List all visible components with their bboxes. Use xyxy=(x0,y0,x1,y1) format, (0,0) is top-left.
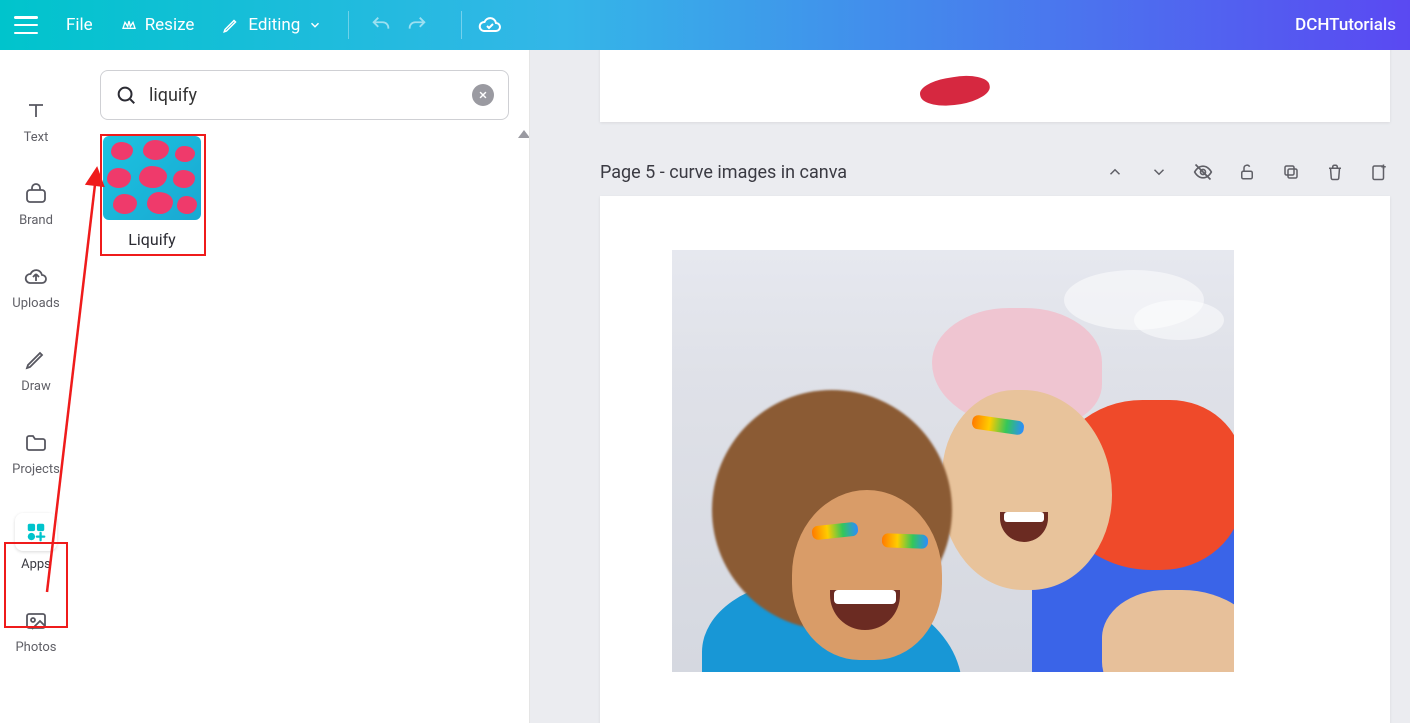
move-page-up-button[interactable] xyxy=(1104,161,1126,183)
chevron-down-icon xyxy=(1150,163,1168,181)
resize-label: Resize xyxy=(145,15,195,35)
brand-icon xyxy=(24,182,48,206)
rail-label: Brand xyxy=(19,213,53,228)
divider xyxy=(461,11,462,39)
uploads-icon xyxy=(24,265,48,289)
file-menu[interactable]: File xyxy=(66,15,93,35)
side-panel: Liquify xyxy=(72,50,530,723)
rail-item-text[interactable]: Text xyxy=(6,98,66,145)
app-result-liquify[interactable]: Liquify xyxy=(100,136,204,249)
close-icon xyxy=(478,90,488,100)
add-page-button[interactable] xyxy=(1368,161,1390,183)
delete-page-button[interactable] xyxy=(1324,161,1346,183)
rail-label: Uploads xyxy=(12,296,59,311)
rail-item-apps[interactable]: Apps xyxy=(6,513,66,572)
search-field[interactable] xyxy=(100,70,509,120)
brand-label: DCHTutorials xyxy=(1295,15,1396,35)
add-page-icon xyxy=(1370,163,1388,181)
move-page-down-button[interactable] xyxy=(1148,161,1170,183)
search-input[interactable] xyxy=(149,85,460,106)
text-icon xyxy=(24,99,48,123)
rail-item-projects[interactable]: Projects xyxy=(6,430,66,477)
app-result-label: Liquify xyxy=(100,230,204,249)
cloud-check-icon xyxy=(478,13,502,37)
left-rail: Text Brand Uploads Draw Projects xyxy=(0,50,72,723)
scroll-up-icon[interactable] xyxy=(518,130,530,142)
folder-icon xyxy=(24,431,48,455)
page-previous-slice xyxy=(600,50,1390,122)
cloud-sync-button[interactable] xyxy=(472,7,508,43)
search-icon xyxy=(115,84,137,106)
chevron-up-icon xyxy=(1106,163,1124,181)
rail-item-uploads[interactable]: Uploads xyxy=(6,264,66,311)
rail-label: Projects xyxy=(12,462,60,477)
draw-icon xyxy=(24,348,48,372)
divider xyxy=(348,11,349,39)
redo-button[interactable] xyxy=(399,7,435,43)
editing-label: Editing xyxy=(248,15,300,35)
rail-label: Apps xyxy=(21,557,51,572)
eye-off-icon xyxy=(1193,162,1213,182)
photos-icon xyxy=(24,609,48,633)
rail-item-draw[interactable]: Draw xyxy=(6,347,66,394)
top-bar: File Resize Editing DCHTutorials xyxy=(0,0,1410,50)
rail-label: Photos xyxy=(15,640,56,655)
copy-icon xyxy=(1282,163,1300,181)
crown-icon xyxy=(121,17,137,33)
rail-item-brand[interactable]: Brand xyxy=(6,181,66,228)
duplicate-page-button[interactable] xyxy=(1280,161,1302,183)
decorative-shape xyxy=(918,71,992,111)
undo-icon xyxy=(370,14,392,36)
rail-item-photos[interactable]: Photos xyxy=(6,608,66,655)
page-title[interactable]: Page 5 - curve images in canva xyxy=(600,162,847,183)
app-thumbnail xyxy=(103,136,201,220)
page-canvas[interactable] xyxy=(600,196,1390,723)
lock-page-button[interactable] xyxy=(1236,161,1258,183)
redo-icon xyxy=(406,14,428,36)
trash-icon xyxy=(1326,163,1344,181)
page-toolbar: Page 5 - curve images in canva xyxy=(600,154,1390,190)
editing-menu[interactable]: Editing xyxy=(222,15,322,35)
undo-button[interactable] xyxy=(363,7,399,43)
pencil-icon xyxy=(222,16,240,34)
resize-menu[interactable]: Resize xyxy=(121,15,195,35)
hide-page-button[interactable] xyxy=(1192,161,1214,183)
chevron-down-icon xyxy=(308,18,322,32)
apps-icon xyxy=(25,521,47,543)
canvas-image[interactable] xyxy=(672,250,1234,672)
clear-search-button[interactable] xyxy=(472,84,494,106)
unlock-icon xyxy=(1238,163,1256,181)
menu-icon[interactable] xyxy=(14,16,38,34)
canvas-area[interactable]: Page 5 - curve images in canva xyxy=(530,50,1410,723)
rail-label: Text xyxy=(24,130,49,145)
rail-label: Draw xyxy=(21,379,51,394)
